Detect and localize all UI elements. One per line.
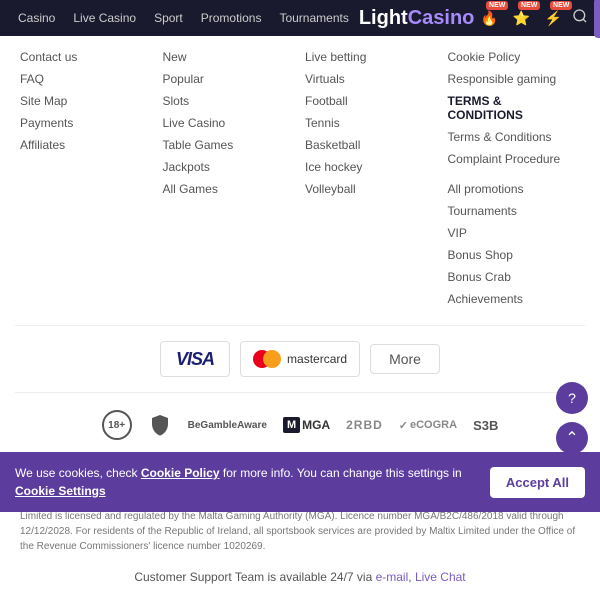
all-games-link[interactable]: All Games [163,178,296,200]
bonus-crab-link[interactable]: Bonus Crab [448,266,581,288]
achievements-link[interactable]: Achievements [448,288,581,310]
nav-casino[interactable]: Casino [10,11,63,25]
shield-icon [148,413,172,437]
responsible-gaming-link[interactable]: Responsible gaming [448,68,581,90]
cookie-message: We use cookies, check Cookie Policy for … [15,464,480,500]
visa-logo: VISA [176,349,214,370]
secure-badge [148,413,172,437]
nav-promotions[interactable]: Promotions [193,11,270,25]
vip-link[interactable]: VIP [448,222,581,244]
ice-hockey-link[interactable]: Ice hockey [305,156,438,178]
mastercard-payment-option[interactable]: mastercard [240,341,360,377]
2rbd-badge: 2RBD [346,418,383,432]
complaint-procedure-link[interactable]: Complaint Procedure [448,148,581,170]
basketball-link[interactable]: Basketball [305,134,438,156]
more-payment-button[interactable]: More [370,344,440,374]
bonus-shop-link[interactable]: Bonus Shop [448,244,581,266]
s3b-badge: S3B [473,418,498,433]
jackpots-link[interactable]: Jackpots [163,156,296,178]
age-restriction-badge: 18+ [102,410,132,440]
support-email-link[interactable]: e-mail [376,570,409,584]
live-casino-link[interactable]: Live Casino [163,112,296,134]
tournaments-link[interactable]: Tournaments [448,200,581,222]
footer-col-legal: Cookie Policy Responsible gaming TERMS &… [443,46,586,310]
popular-link[interactable]: Popular [163,68,296,90]
new-badge-bolt: NEW [550,1,572,10]
mastercard-label: mastercard [287,352,347,366]
volleyball-link[interactable]: Volleyball [305,178,438,200]
support-chat-link[interactable]: Live Chat [415,570,466,584]
accept-cookies-button[interactable]: Accept All [490,467,585,498]
help-button[interactable]: ? [556,382,588,414]
scroll-to-top-button[interactable]: ⌃ [556,422,588,454]
virtuals-link[interactable]: Virtuals [305,68,438,90]
contact-us-link[interactable]: Contact us [20,46,153,68]
footer-col-games: New Popular Slots Live Casino Table Game… [158,46,301,310]
new-badge-flame: NEW [486,1,508,10]
mastercard-logo [253,350,281,368]
trust-badges-section: 18+ BeGambleAware M MGA 2RBD eCOGRA S3B [15,398,585,446]
site-map-link[interactable]: Site Map [20,90,153,112]
table-games-link[interactable]: Table Games [163,134,296,156]
begambleaware-badge: BeGambleAware [188,420,267,431]
all-promotions-link[interactable]: All promotions [448,178,581,200]
mga-badge: M MGA [283,417,330,433]
footer-col-sport: Live betting Virtuals Football Tennis Ba… [300,46,443,310]
terms-conditions-header[interactable]: TERMS & CONDITIONS [448,90,581,126]
main-content: Contact us FAQ Site Map Payments Affilia… [0,36,600,604]
bolt-badge-icon[interactable]: ⚡ NEW [540,5,566,31]
top-navigation: Casino Live Casino Sport Promotions Tour… [0,0,600,36]
terms-conditions-link[interactable]: Terms & Conditions [448,126,581,148]
nav-sport[interactable]: Sport [146,11,191,25]
ecogra-badge: eCOGRA [399,419,457,432]
logo-area: LightCasino [359,7,475,30]
nav-tournaments[interactable]: Tournaments [271,11,356,25]
nav-live-casino[interactable]: Live Casino [65,11,144,25]
slots-link[interactable]: Slots [163,90,296,112]
footer-col-account: Contact us FAQ Site Map Payments Affilia… [15,46,158,310]
mga-m-icon: M [283,417,300,433]
faq-link[interactable]: FAQ [20,68,153,90]
cookie-consent-banner: We use cookies, check Cookie Policy for … [0,452,600,512]
payments-link[interactable]: Payments [20,112,153,134]
live-betting-link[interactable]: Live betting [305,46,438,68]
site-logo[interactable]: LightCasino [359,7,475,30]
support-info: Customer Support Team is available 24/7 … [15,562,585,594]
new-badge-star: NEW [518,1,540,10]
cookie-settings-link[interactable]: Cookie Settings [15,484,106,498]
star-badge-icon[interactable]: ⭐ NEW [508,5,534,31]
tennis-link[interactable]: Tennis [305,112,438,134]
footer-links-grid: Contact us FAQ Site Map Payments Affilia… [15,46,585,320]
payment-methods-section: VISA mastercard More [15,325,585,393]
flame-badge-icon[interactable]: 🔥 NEW [476,5,502,31]
search-icon[interactable] [572,8,588,29]
visa-payment-option[interactable]: VISA [160,341,230,377]
join-now-button[interactable]: Join Now [594,0,600,38]
football-link[interactable]: Football [305,90,438,112]
cookie-policy-link-banner[interactable]: Cookie Policy [141,466,220,480]
cookie-policy-link[interactable]: Cookie Policy [448,46,581,68]
affiliates-link[interactable]: Affiliates [20,134,153,156]
new-games-link[interactable]: New [163,46,296,68]
